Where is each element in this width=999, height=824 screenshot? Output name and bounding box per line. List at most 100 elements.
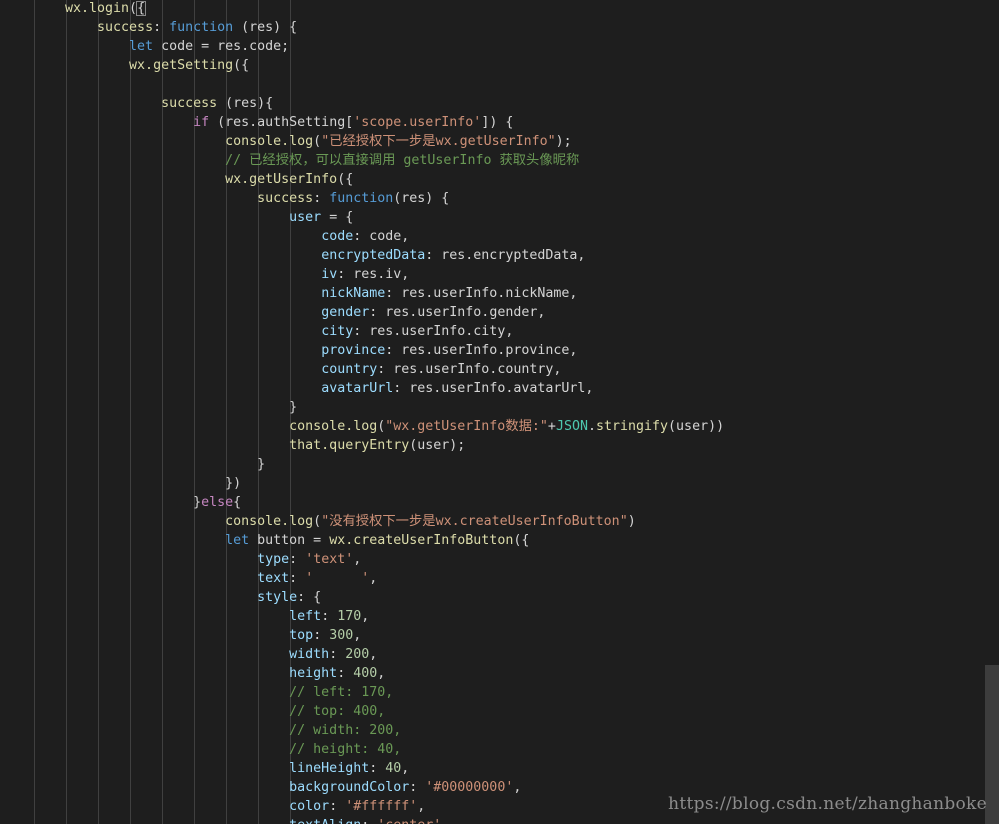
code-token: backgroundColor [289, 780, 410, 795]
code-line[interactable]: height: 400, [65, 664, 385, 683]
code-token: ]) { [481, 115, 514, 130]
code-line[interactable]: }) [65, 474, 241, 493]
code-line[interactable]: console.log("wx.getUserInfo数据:"+JSON.str… [65, 417, 724, 436]
code-token: // 已经授权，可以直接调用 getUserInfo 获取头像昵称 [225, 153, 580, 168]
code-line[interactable]: text: ' ', [65, 569, 377, 588]
bracket-match-highlight [136, 1, 147, 16]
code-token: } [65, 495, 202, 510]
code-token: : res.userInfo.nickName, [385, 286, 578, 301]
code-line[interactable]: } [65, 398, 297, 417]
code-line[interactable]: console.log("已经授权下一步是wx.getUserInfo"); [65, 132, 572, 151]
code-token: 200 [345, 647, 370, 662]
code-line[interactable]: province: res.userInfo.province, [65, 341, 577, 360]
code-line[interactable]: success: function (res) { [65, 18, 297, 37]
scrollbar-thumb[interactable] [985, 665, 999, 824]
code-line[interactable]: color: '#ffffff', [65, 797, 425, 816]
code-line[interactable]: // left: 170, [65, 683, 393, 702]
code-token: console.log [225, 514, 314, 529]
code-line[interactable]: backgroundColor: '#00000000', [65, 778, 521, 797]
code-token: , [417, 799, 426, 814]
code-line[interactable]: country: res.userInfo.country, [65, 360, 561, 379]
code-token: , [377, 666, 386, 681]
code-token: 'center' [377, 818, 441, 824]
code-token: : [361, 818, 377, 824]
code-line[interactable]: // top: 400, [65, 702, 385, 721]
code-line[interactable]: // width: 200, [65, 721, 401, 740]
code-line[interactable]: success: function(res) { [65, 189, 449, 208]
code-token: avatarUrl [321, 381, 394, 396]
code-line[interactable]: width: 200, [65, 645, 377, 664]
code-line[interactable]: user = { [65, 208, 353, 227]
code-line[interactable]: gender: res.userInfo.gender, [65, 303, 545, 322]
code-line[interactable]: iv: res.iv, [65, 265, 409, 284]
code-line[interactable]: that.queryEntry(user); [65, 436, 465, 455]
code-line[interactable]: code: code, [65, 227, 409, 246]
code-token: success [257, 191, 314, 206]
code-line[interactable]: city: res.userInfo.city, [65, 322, 513, 341]
code-token: 300 [329, 628, 354, 643]
code-editor[interactable]: wx.login({ success: function (res) { let… [0, 0, 999, 824]
code-token: : res.userInfo.country, [377, 362, 562, 377]
code-token: style [257, 590, 298, 605]
code-token: iv [321, 267, 338, 282]
code-line[interactable]: type: 'text', [65, 550, 361, 569]
code-line[interactable]: // 已经授权，可以直接调用 getUserInfo 获取头像昵称 [65, 151, 579, 170]
code-token: let [225, 533, 250, 548]
code-token: : res.iv, [337, 267, 410, 282]
code-token: 170 [337, 609, 362, 624]
code-line[interactable]: console.log("没有授权下一步是wx.createUserInfoBu… [65, 512, 636, 531]
code-token: type [257, 552, 290, 567]
code-token: , [361, 609, 370, 624]
code-line[interactable]: } [65, 455, 265, 474]
code-line[interactable]: let button = wx.createUserInfoButton({ [65, 531, 529, 550]
code-line[interactable]: wx.getUserInfo({ [65, 170, 353, 189]
code-token: wx.login [65, 1, 130, 16]
code-token: : [289, 552, 306, 567]
code-token: width [289, 647, 330, 662]
code-line[interactable]: encryptedData: res.encryptedData, [65, 246, 585, 265]
code-token: gender [321, 305, 370, 320]
code-token: textAlign [289, 818, 361, 824]
code-token: (user)) [668, 419, 725, 434]
code-token: code [321, 229, 354, 244]
code-line[interactable]: style: { [65, 588, 321, 607]
code-line[interactable]: nickName: res.userInfo.nickName, [65, 284, 577, 303]
code-token: , [401, 761, 410, 776]
code-token: = { [321, 210, 354, 225]
vertical-scrollbar[interactable] [985, 0, 999, 824]
code-line[interactable]: wx.getSetting({ [65, 56, 249, 75]
code-line[interactable]: wx.login({ [65, 0, 145, 18]
code-line[interactable]: if (res.authSetting['scope.userInfo']) { [65, 113, 513, 132]
code-line[interactable]: }else{ [65, 493, 241, 512]
code-line[interactable]: let code = res.code; [65, 37, 289, 56]
watermark-text: https://blog.csdn.net/zhanghanboke [668, 794, 987, 814]
code-line[interactable]: success (res){ [65, 94, 273, 113]
code-token: console.log [225, 134, 314, 149]
code-line[interactable]: // height: 40, [65, 740, 401, 759]
code-line[interactable]: lineHeight: 40, [65, 759, 409, 778]
code-line[interactable]: top: 300, [65, 626, 361, 645]
code-token: left [289, 609, 322, 624]
code-token: (res){ [217, 96, 274, 111]
code-token: 400 [353, 666, 378, 681]
code-token: if [193, 115, 210, 130]
code-line[interactable]: textAlign: 'center', [65, 816, 449, 824]
code-line[interactable]: left: 170, [65, 607, 369, 626]
code-line[interactable]: avatarUrl: res.userInfo.avatarUrl, [65, 379, 593, 398]
code-token: "已经授权下一步是wx.getUserInfo" [321, 134, 556, 149]
code-token: else [201, 495, 234, 510]
